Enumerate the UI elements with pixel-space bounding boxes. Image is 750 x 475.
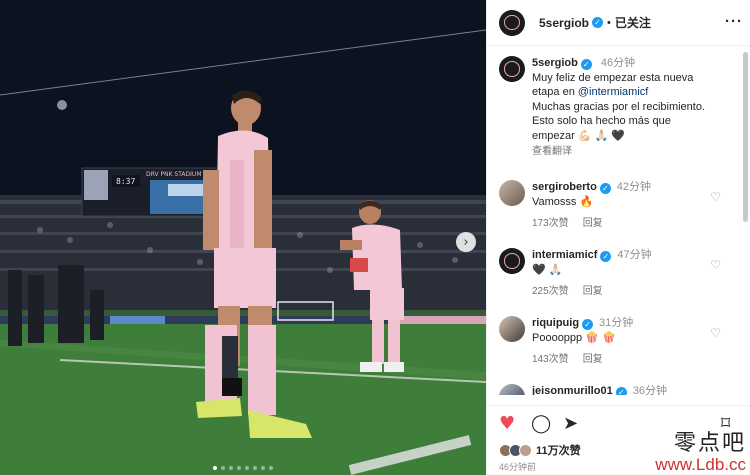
avatar [519,443,532,457]
follow-status-button[interactable]: 已关注 [615,14,651,31]
comment-likes[interactable]: 173次赞 [532,218,569,229]
comment-item: sergiroberto ✓ 42分钟 Vamosss 🔥 173次赞 回复 ♡ [499,180,739,231]
scoreboard-time: 8:37 [116,177,135,186]
carousel-dot[interactable] [213,466,217,470]
post-caption: 5sergiob ✓ 46分钟 Muy feliz de empezar esta… [499,56,729,160]
comment-likes[interactable]: 225次赞 [532,286,569,297]
likes-summary[interactable]: 11万次赞 [499,442,581,458]
mention-link[interactable]: @intermiamicf [578,86,648,98]
chevron-right-icon[interactable]: › [456,232,476,252]
header-username[interactable]: 5sergiob [539,16,589,30]
avatar[interactable] [499,56,525,82]
comment-item: intermiamicf ✓ 47分钟 🖤 🙏🏻 225次赞 回复 ♡ [499,248,739,299]
caption-username[interactable]: 5sergiob [532,57,578,69]
comment-time: 31分钟 [599,317,634,329]
avatar[interactable] [499,180,525,206]
caption-time: 46分钟 [600,57,636,69]
watermark: 零点吧 www.Ldb.cc [655,425,746,475]
post-timestamp: 46分钟前 [499,462,537,472]
post-header: 5sergiob ✓ • 已关注 ··· [487,0,750,46]
reply-button[interactable]: 回复 [583,218,603,229]
caption-line: Muy feliz de empezar esta nueva [532,71,694,84]
reply-button[interactable]: 回复 [583,354,603,365]
carousel-dot[interactable] [245,466,249,470]
verified-badge-icon: ✓ [592,17,604,28]
avatar[interactable] [499,316,525,342]
avatar[interactable] [499,9,525,36]
scrollbar[interactable] [743,52,748,222]
stadium-scene: 8:37 DRV PNK STADIUM [0,0,486,475]
heart-filled-icon[interactable]: ♥ [499,414,515,434]
carousel-dot[interactable] [237,466,241,470]
watermark-chinese: 零点吧 [673,431,746,456]
verified-badge-icon: ✓ [580,59,592,70]
more-horizontal-icon[interactable]: ··· [725,13,743,30]
verified-badge-icon: ✓ [582,319,594,330]
comment-time: 42分钟 [616,181,652,193]
comment-text: Pooooppp 🍿 🍿 [532,332,616,344]
header-separator: • [607,16,611,29]
carousel-dots [0,466,486,470]
caption-line: Esto solo ha hecho más que [532,115,671,127]
heart-outline-icon[interactable]: ♡ [710,258,721,272]
comment-text: Vamosss 🔥 [532,196,594,208]
carousel-dot[interactable] [269,466,273,470]
caption-line: etapa en @intermiamicf [532,86,649,98]
heart-outline-icon[interactable]: ♡ [710,190,721,204]
comment-time: 36分钟 [632,385,667,395]
avatar[interactable] [499,384,525,395]
comment-time: 47分钟 [617,249,652,261]
comment-username[interactable]: intermiamicf [532,249,597,261]
verified-badge-icon: ✓ [615,387,627,395]
comment-likes[interactable]: 143次赞 [532,354,569,365]
carousel-dot[interactable] [221,466,225,470]
comment-icon[interactable]: ◯ [531,414,551,434]
carousel-dot[interactable] [261,466,265,470]
carousel-dot[interactable] [229,466,233,470]
comment-text: 🖤 🙏🏻 [532,264,563,276]
see-translation-link[interactable]: 查看翻译 [532,145,705,160]
heart-outline-icon[interactable]: ♡ [710,326,721,340]
post-photo[interactable]: 8:37 DRV PNK STADIUM › [0,0,486,475]
comments-scroll[interactable]: 5sergiob ✓ 46分钟 Muy feliz de empezar esta… [487,47,741,395]
comment-username[interactable]: riquipuig [532,317,579,329]
verified-badge-icon: ✓ [599,183,611,194]
caption-line: Muchas gracias por el recibimiento. [532,100,706,113]
comment-username[interactable]: jeisonmurillo01 [532,385,613,395]
comment-item: jeisonmurillo01 ✓ 36分钟 [499,384,739,395]
carousel-dot[interactable] [253,466,257,470]
stadium-sign: DRV PNK STADIUM [146,171,202,178]
reply-button[interactable]: 回复 [583,286,603,297]
watermark-url: www.Ldb.cc [655,455,746,474]
likes-count[interactable]: 11万次赞 [536,442,581,458]
send-icon[interactable]: ➤ [563,414,578,434]
caption-line: empezar 💪🏻 🙏🏻 🖤 [532,129,626,142]
comment-item: riquipuig ✓ 31分钟 Pooooppp 🍿 🍿 143次赞 回复 ♡ [499,316,739,367]
avatar[interactable] [499,248,525,274]
post-sidebar: 5sergiob ✓ • 已关注 ··· 5sergiob ✓ 46分钟 Muy … [486,0,750,475]
verified-badge-icon: ✓ [600,251,612,262]
comment-username[interactable]: sergiroberto [532,181,597,193]
